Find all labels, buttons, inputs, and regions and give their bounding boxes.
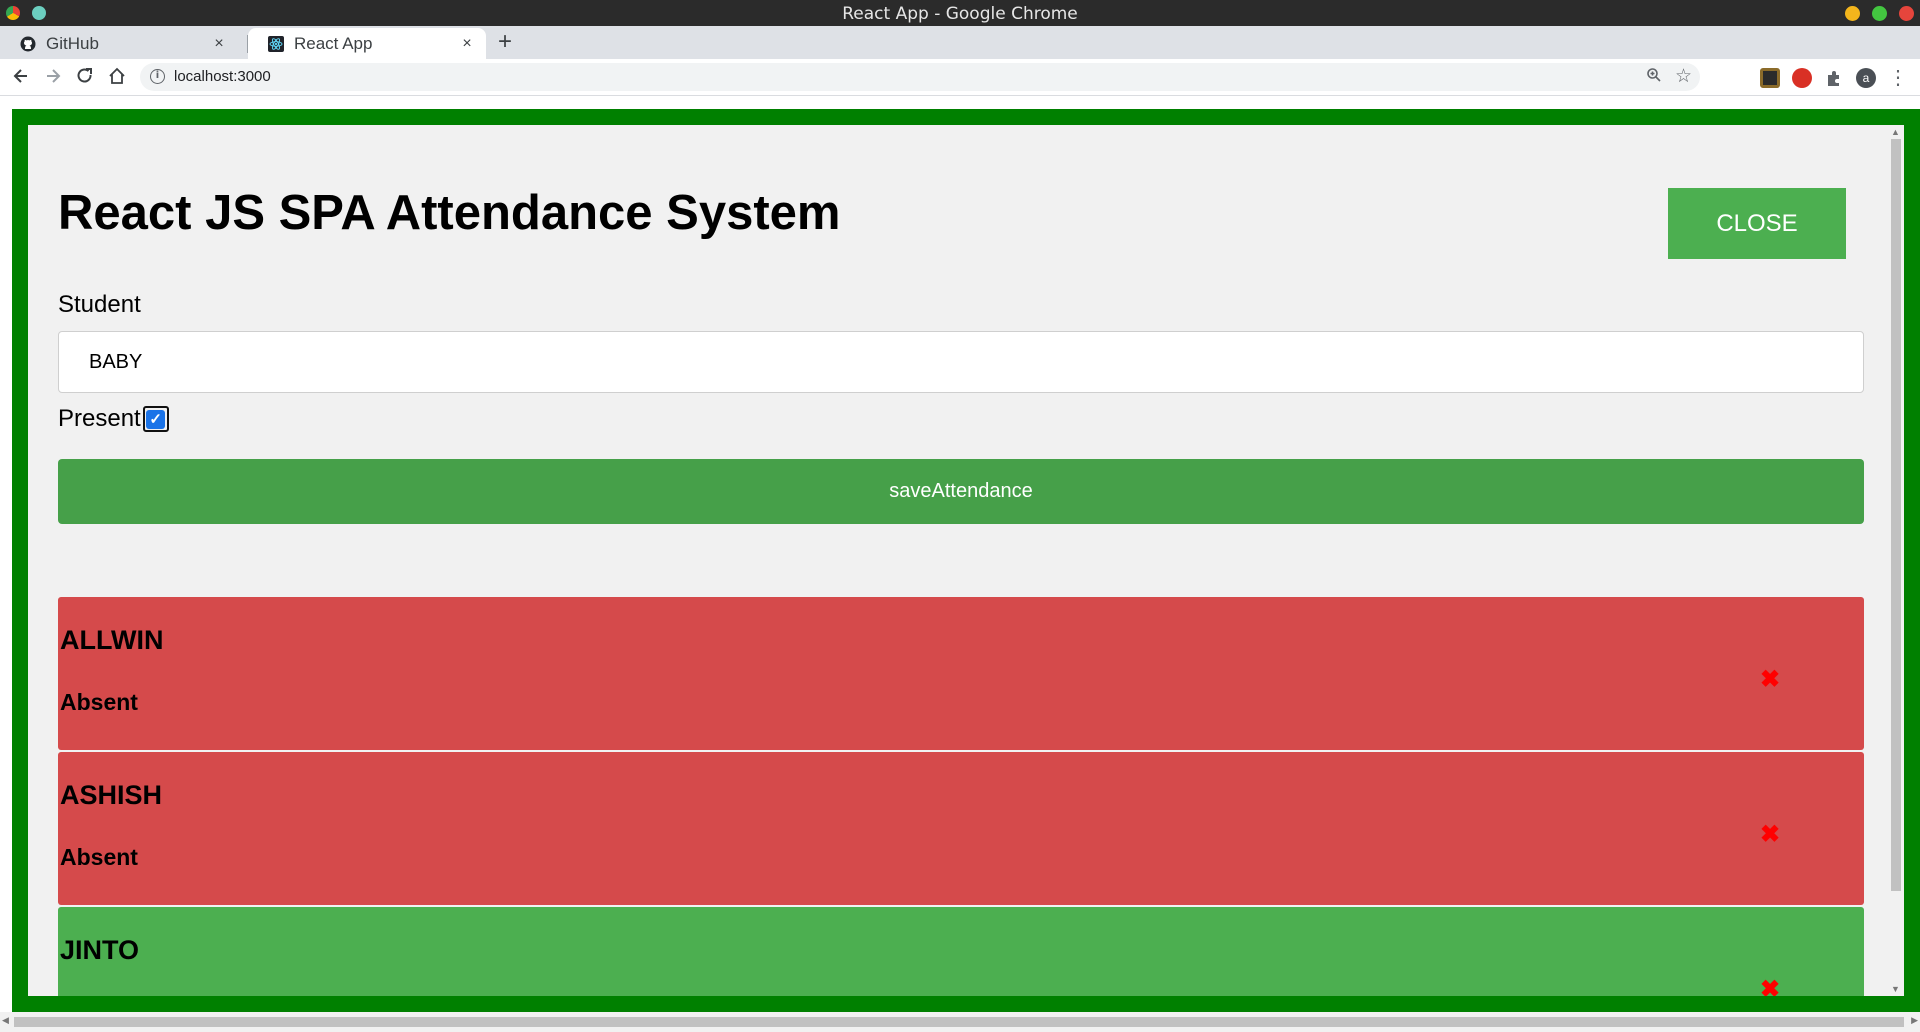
scroll-right-icon[interactable]: ▶ — [1911, 1015, 1918, 1026]
list-item: JINTO ✖ — [58, 907, 1864, 996]
list-item: ASHISH Absent ✖ — [58, 752, 1864, 905]
student-input-value: BABY — [89, 350, 143, 373]
student-name: ASHISH — [60, 780, 163, 810]
address-bar[interactable]: i localhost:3000 ☆ — [140, 63, 1700, 91]
window-titlebar: React App - Google Chrome — [0, 0, 1920, 26]
checkmark-icon: ✓ — [146, 409, 166, 429]
delete-icon[interactable]: ✖ — [1760, 665, 1780, 694]
chrome-menu-icon[interactable]: ⋮ — [1888, 65, 1908, 90]
reload-button[interactable] — [74, 66, 96, 88]
tab-react-app[interactable]: React App × — [248, 28, 486, 59]
github-icon — [20, 36, 36, 51]
present-checkbox[interactable]: ✓ — [142, 406, 169, 432]
new-tab-button[interactable]: + — [498, 30, 512, 54]
scroll-up-icon[interactable]: ▲ — [1891, 127, 1900, 137]
scrollbar-thumb[interactable] — [1891, 139, 1901, 891]
home-icon — [109, 67, 125, 84]
react-icon — [268, 35, 284, 52]
tab-github[interactable]: GitHub × — [0, 28, 238, 59]
close-button[interactable]: CLOSE — [1668, 188, 1846, 259]
maximize-button[interactable] — [1872, 6, 1887, 21]
page-title: React JS SPA Attendance System — [58, 186, 841, 240]
save-attendance-button[interactable]: saveAttendance — [58, 459, 1864, 524]
profile-avatar[interactable]: a — [1856, 68, 1876, 88]
vertical-scrollbar[interactable]: ▲ ▼ — [1888, 125, 1904, 996]
student-label: Student — [58, 291, 141, 318]
app-frame: React JS SPA Attendance System CLOSE Stu… — [12, 109, 1920, 1012]
window-controls — [1845, 6, 1914, 21]
zoom-icon[interactable] — [1646, 67, 1662, 88]
student-name: JINTO — [60, 935, 140, 965]
scroll-left-icon[interactable]: ◀ — [2, 1015, 9, 1026]
present-label: Present — [58, 405, 141, 432]
bookmark-star-icon[interactable]: ☆ — [1675, 65, 1692, 88]
tab-strip: GitHub × React App × + — [0, 26, 1920, 59]
back-button[interactable] — [10, 66, 32, 88]
reload-icon — [77, 68, 92, 83]
minimize-button[interactable] — [1845, 6, 1860, 21]
forward-button[interactable] — [42, 66, 64, 88]
tab-close-icon[interactable]: × — [458, 35, 476, 53]
browser-toolbar: i localhost:3000 ☆ a ⋮ — [0, 59, 1920, 96]
present-row: Present ✓ — [58, 405, 169, 433]
extension-red-icon[interactable] — [1792, 68, 1812, 88]
attendance-list: ALLWIN Absent ✖ ASHISH Absent ✖ JINTO ✖ — [58, 597, 1864, 996]
extensions-puzzle-icon[interactable] — [1824, 68, 1844, 88]
address-url[interactable]: localhost:3000 — [174, 68, 271, 85]
horizontal-scrollbar[interactable]: ◀ ▶ — [0, 1012, 1920, 1032]
attendance-status: Absent — [60, 844, 138, 870]
tab-close-icon[interactable]: × — [210, 35, 228, 53]
student-name: ALLWIN — [60, 625, 164, 655]
scroll-down-icon[interactable]: ▼ — [1891, 984, 1900, 994]
forward-arrow-icon — [47, 69, 61, 83]
student-input[interactable]: BABY — [58, 331, 1864, 393]
attendance-app: React JS SPA Attendance System CLOSE Stu… — [28, 125, 1888, 996]
back-arrow-icon — [13, 69, 27, 83]
home-button[interactable] — [106, 66, 128, 88]
list-item: ALLWIN Absent ✖ — [58, 597, 1864, 750]
delete-icon[interactable]: ✖ — [1760, 820, 1780, 849]
delete-icon[interactable]: ✖ — [1760, 975, 1780, 996]
attendance-status: Absent — [60, 689, 138, 715]
window-title: React App - Google Chrome — [842, 4, 1078, 24]
tab-label: GitHub — [46, 33, 99, 53]
site-info-icon[interactable]: i — [150, 69, 165, 84]
scrollbar-thumb[interactable] — [14, 1017, 1904, 1027]
extension-dark-icon[interactable] — [1760, 68, 1780, 88]
tab-label: React App — [294, 33, 373, 53]
close-window-button[interactable] — [1899, 6, 1914, 21]
page-viewport: React JS SPA Attendance System CLOSE Stu… — [0, 97, 1920, 1032]
